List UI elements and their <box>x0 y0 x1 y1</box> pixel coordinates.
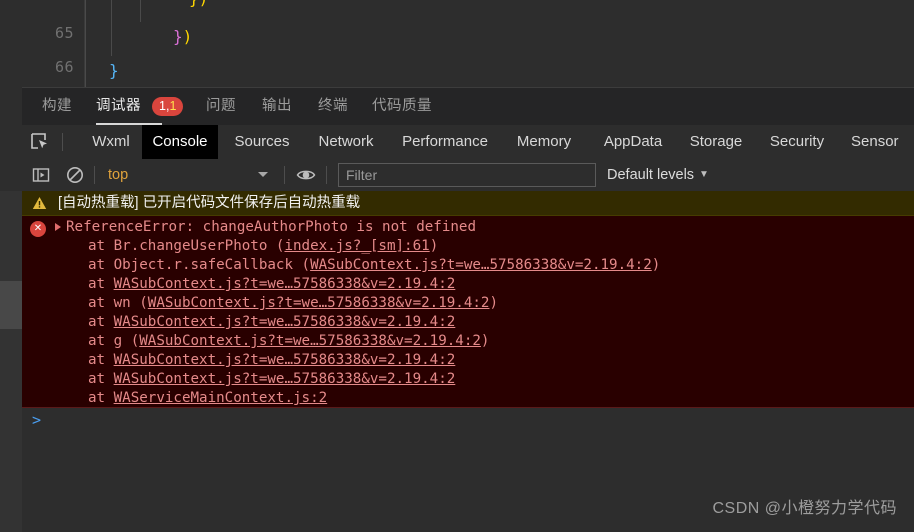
console-input[interactable] <box>52 411 908 431</box>
devtools-tabbar: Wxml Console Sources Network Performance… <box>0 125 914 160</box>
tab-console[interactable]: Console <box>142 125 218 159</box>
console-filter-input[interactable]: Filter <box>338 163 596 187</box>
console-toolbar: top Filter Default levels ▼ <box>0 159 914 192</box>
console-prompt-row[interactable]: > <box>22 409 914 435</box>
panel-tab-output[interactable]: 输出 <box>262 88 308 125</box>
console-sidebar-icon[interactable] <box>30 164 52 186</box>
tab-sensor[interactable]: Sensor <box>851 125 911 159</box>
tab-appdata[interactable]: AppData <box>597 125 669 159</box>
execution-context-dropdown[interactable]: top <box>100 159 280 191</box>
stack-frame[interactable]: at Br.changeUserPhoto (index.js?_[sm]:61… <box>88 237 438 256</box>
toolbar-separator <box>326 166 327 184</box>
log-levels-label: Default levels <box>607 167 695 183</box>
console-message-list: [自动热重载] 已开启代码文件保存后自动热重载 ✕ ReferenceError… <box>0 191 914 532</box>
console-toolbar-left-margin <box>0 159 22 191</box>
debugger-count-badge: 1,1 <box>152 97 184 116</box>
stack-frame[interactable]: at wn (WASubContext.js?t=we…57586338&v=2… <box>88 294 498 313</box>
tab-network[interactable]: Network <box>310 125 382 159</box>
indent-guide <box>140 0 141 22</box>
stack-frame-link[interactable]: WASubContext.js?t=we…57586338&v=2.19.4:2 <box>148 295 490 311</box>
tab-performance[interactable]: Performance <box>395 125 495 159</box>
stack-frame[interactable]: at WASubContext.js?t=we…57586338&v=2.19.… <box>88 370 455 389</box>
error-header-text: ReferenceError: changeAuthorPhoto is not… <box>66 219 476 235</box>
stack-frame-prefix: at g ( <box>88 333 140 349</box>
stack-frame-link[interactable]: WAServiceMainContext.js:2 <box>114 390 328 406</box>
code-line: }) <box>189 0 208 12</box>
stack-frame-link[interactable]: WASubContext.js?t=we…57586338&v=2.19.4:2 <box>310 257 652 273</box>
stack-frame-prefix: at <box>88 390 114 406</box>
tab-storage[interactable]: Storage <box>683 125 749 159</box>
line-number: 66 <box>54 58 74 76</box>
devtools-window: 64 65 66 }) }) } 构建 调试器 问题 输出 终端 代码质量 1,… <box>0 0 914 532</box>
badge-first-count: 1, <box>159 99 170 113</box>
editor-line-number-gutter: 64 65 66 <box>22 0 84 88</box>
panel-tab-code-quality[interactable]: 代码质量 <box>372 88 448 125</box>
clear-console-icon[interactable] <box>64 164 86 186</box>
live-expression-eye-icon[interactable] <box>295 164 317 186</box>
editor-left-margin <box>0 0 22 88</box>
indent-guide <box>85 0 86 88</box>
error-circle-icon: ✕ <box>30 221 46 237</box>
console-scrollbar-thumb[interactable] <box>0 281 22 329</box>
tab-sources[interactable]: Sources <box>226 125 298 159</box>
console-error-message[interactable]: ✕ ReferenceError: changeAuthorPhoto is n… <box>22 216 914 408</box>
csdn-watermark: CSDN @小橙努力学代码 <box>712 500 897 517</box>
line-number: 65 <box>54 24 74 42</box>
devtools-tab-separator <box>62 133 63 151</box>
ide-panel-tabbar: 构建 调试器 问题 输出 终端 代码质量 1,1 <box>0 88 914 126</box>
stack-frame-prefix: at Br.changeUserPhoto ( <box>88 238 285 254</box>
tab-wxml[interactable]: Wxml <box>80 125 142 159</box>
chevron-down-icon: ▼ <box>699 169 709 181</box>
indent-guide <box>111 0 112 56</box>
stack-frame-link[interactable]: index.js?_[sm]:61 <box>284 238 429 254</box>
inspect-element-icon[interactable] <box>28 131 52 153</box>
log-levels-dropdown[interactable]: Default levels ▼ <box>607 159 709 191</box>
chevron-down-icon <box>258 172 268 177</box>
stack-frame[interactable]: at WASubContext.js?t=we…57586338&v=2.19.… <box>88 351 455 370</box>
stack-frame-link[interactable]: WASubContext.js?t=we…57586338&v=2.19.4:2 <box>139 333 481 349</box>
editor-code-area[interactable]: }) }) } <box>85 0 914 88</box>
stack-frame-prefix: at wn ( <box>88 295 148 311</box>
tab-memory[interactable]: Memory <box>511 125 577 159</box>
devtools-tabs-left-margin <box>0 125 22 159</box>
console-warning-message[interactable]: [自动热重载] 已开启代码文件保存后自动热重载 <box>22 191 914 216</box>
tab-security[interactable]: Security <box>762 125 832 159</box>
stack-frame-suffix: ) <box>480 333 490 349</box>
stack-frame-suffix: ) <box>489 295 499 311</box>
panel-tab-build[interactable]: 构建 <box>42 88 88 125</box>
stack-frame-prefix: at <box>88 371 114 387</box>
stack-frame-prefix: at <box>88 276 114 292</box>
stack-frame-link[interactable]: WASubContext.js?t=we…57586338&v=2.19.4:2 <box>114 276 456 292</box>
badge-second-count: 1 <box>169 99 177 113</box>
panel-tabs-left-margin <box>0 88 22 125</box>
console-left-gutter <box>0 191 22 532</box>
panel-tab-terminal[interactable]: 终端 <box>318 88 364 125</box>
warning-message-text: [自动热重载] 已开启代码文件保存后自动热重载 <box>58 195 361 211</box>
stack-frame[interactable]: at g (WASubContext.js?t=we…57586338&v=2.… <box>88 332 489 351</box>
code-line: }) <box>173 27 193 46</box>
panel-tab-problems[interactable]: 问题 <box>206 88 252 125</box>
filter-placeholder: Filter <box>346 167 378 183</box>
expand-triangle-icon[interactable] <box>55 223 61 231</box>
code-editor: 64 65 66 }) }) } <box>0 0 914 88</box>
prompt-caret-icon: > <box>32 411 42 429</box>
stack-frame-suffix: ) <box>651 257 661 273</box>
warning-triangle-icon <box>32 196 47 210</box>
stack-frame-link[interactable]: WASubContext.js?t=we…57586338&v=2.19.4:2 <box>114 371 456 387</box>
code-line: } <box>109 61 119 80</box>
toolbar-separator <box>94 166 95 184</box>
stack-frame[interactable]: at WASubContext.js?t=we…57586338&v=2.19.… <box>88 313 455 332</box>
stack-frame[interactable]: at Object.r.safeCallback (WASubContext.j… <box>88 256 660 275</box>
stack-frame[interactable]: at WASubContext.js?t=we…57586338&v=2.19.… <box>88 275 455 294</box>
stack-frame-link[interactable]: WASubContext.js?t=we…57586338&v=2.19.4:2 <box>114 352 456 368</box>
stack-frame-prefix: at <box>88 352 114 368</box>
execution-context-label: top <box>108 167 129 183</box>
stack-frame-prefix: at <box>88 314 114 330</box>
toolbar-separator <box>284 166 285 184</box>
line-number: 64 <box>28 0 74 4</box>
stack-frame-prefix: at Object.r.safeCallback ( <box>88 257 311 273</box>
stack-frame[interactable]: at WAServiceMainContext.js:2 <box>88 389 328 407</box>
stack-frame-link[interactable]: WASubContext.js?t=we…57586338&v=2.19.4:2 <box>114 314 456 330</box>
stack-frame-suffix: ) <box>429 238 439 254</box>
